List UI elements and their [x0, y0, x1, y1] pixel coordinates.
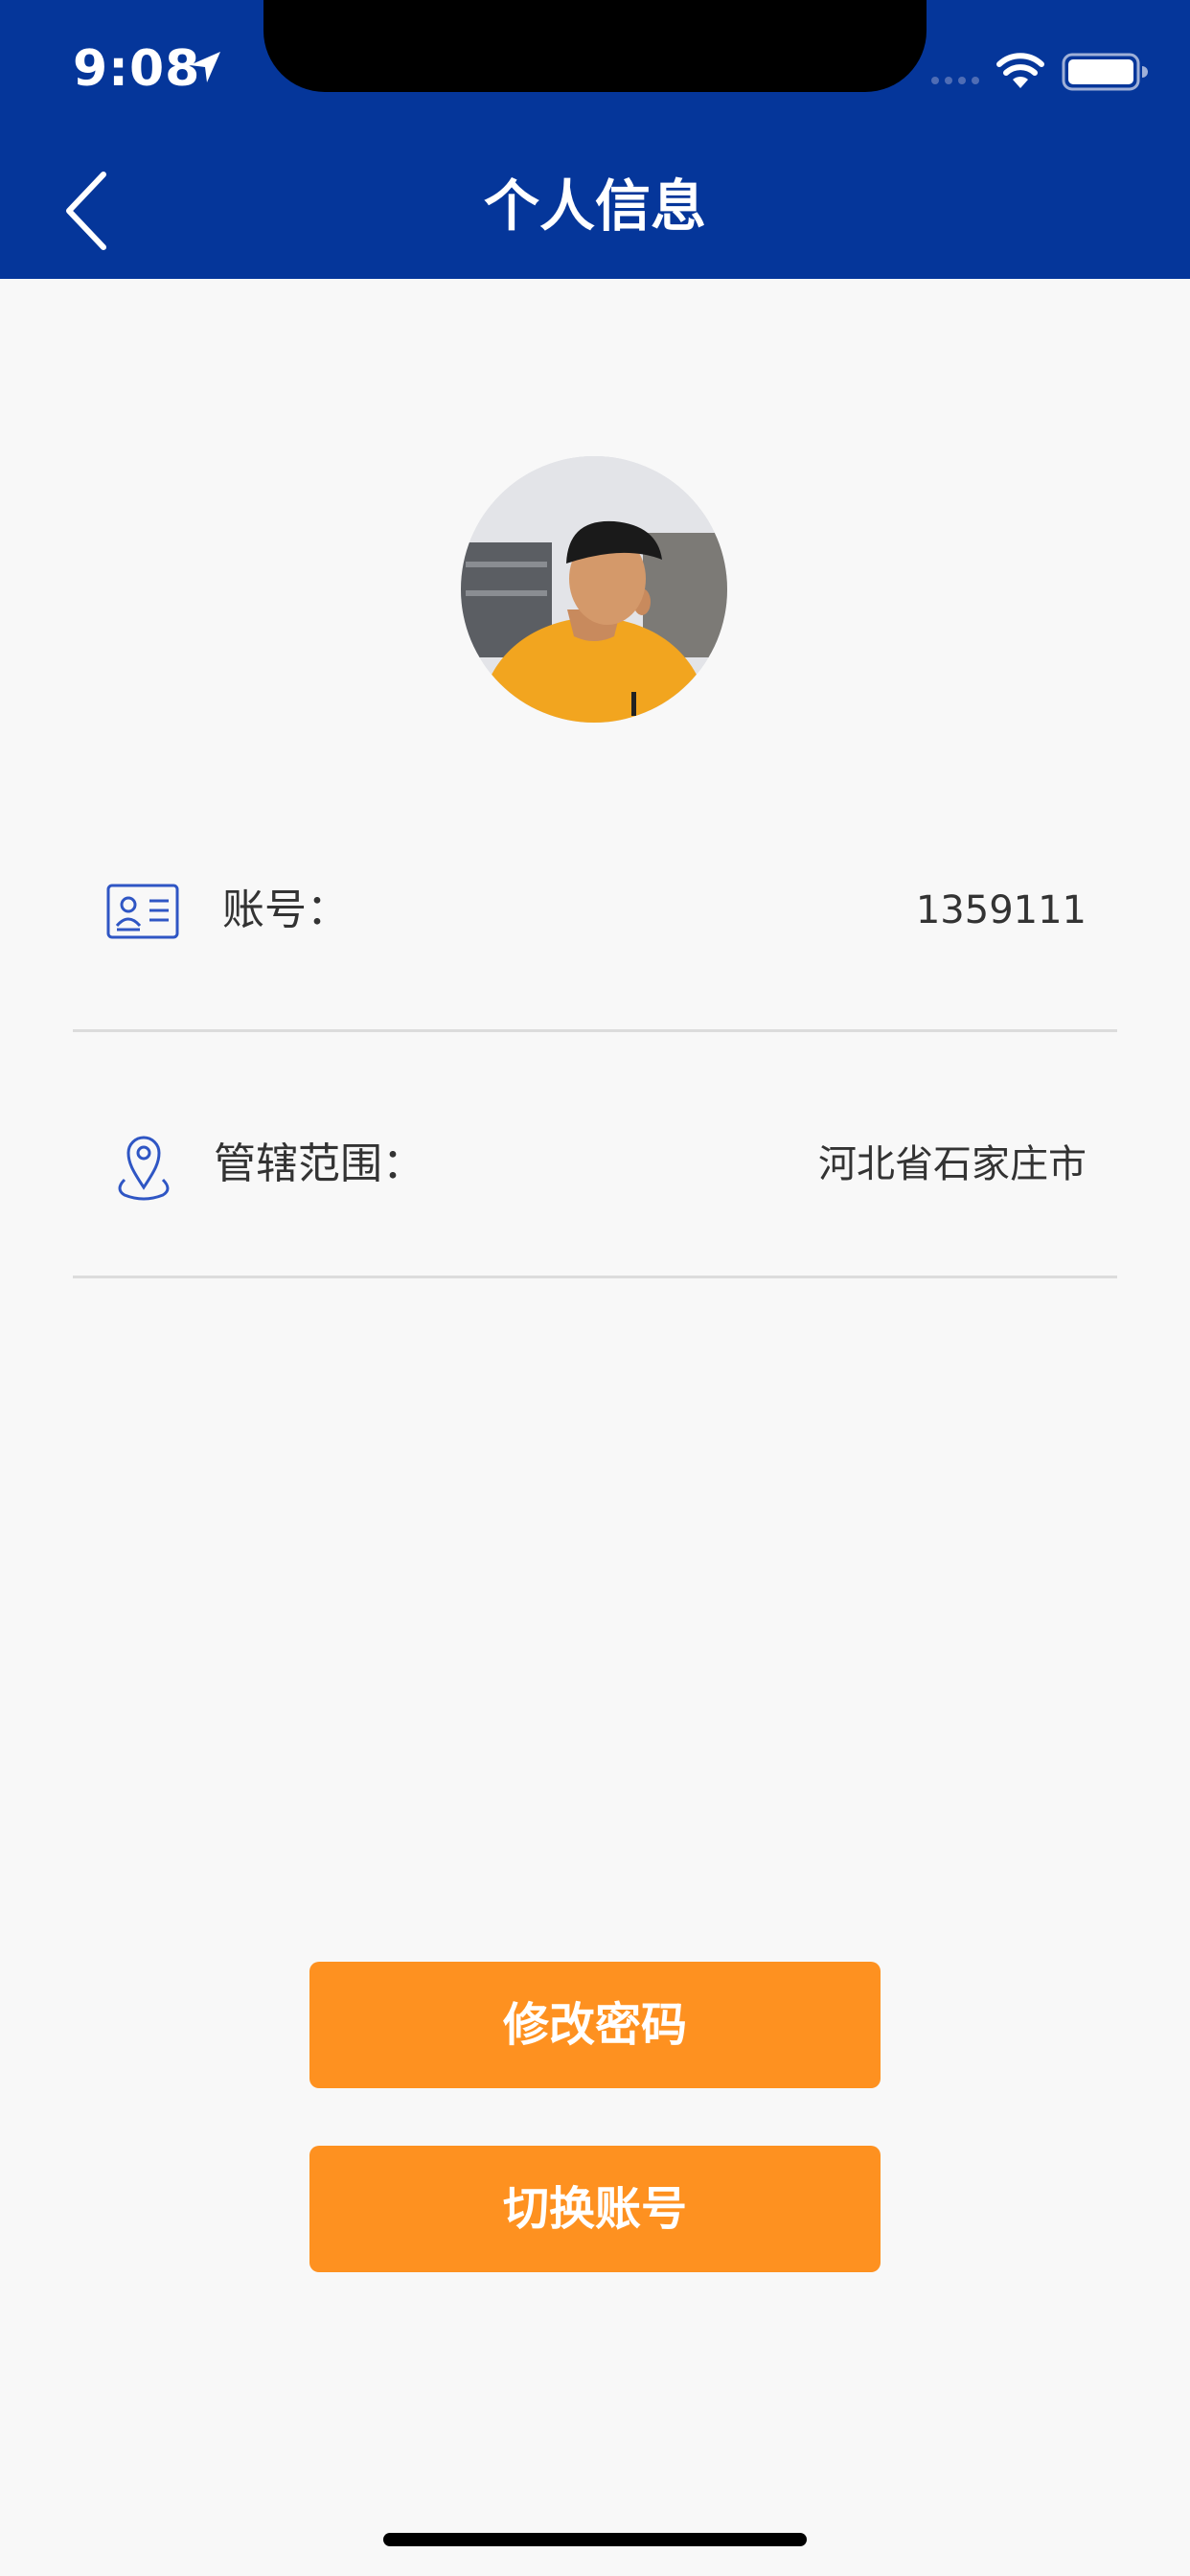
- cellular-signal-icon: [931, 77, 979, 84]
- home-indicator: [383, 2533, 807, 2546]
- location-pin-icon: [118, 1136, 170, 1201]
- status-time: 9:08: [73, 40, 201, 98]
- page-title: 个人信息: [483, 173, 706, 239]
- switch-account-button[interactable]: 切换账号: [309, 2146, 881, 2272]
- divider: [73, 1029, 1117, 1032]
- wifi-icon: [996, 53, 1044, 88]
- account-row: 账号： 1359111: [73, 855, 1117, 970]
- avatar[interactable]: [461, 456, 727, 723]
- area-row: 管辖范围： 河北省石家庄市: [73, 1109, 1117, 1224]
- divider: [73, 1276, 1117, 1278]
- device-notch: [263, 0, 927, 92]
- battery-icon: [1062, 53, 1148, 91]
- nav-header: 9:08 个人信息: [0, 0, 1190, 279]
- account-label: 账号：: [222, 886, 349, 934]
- account-value: 1359111: [915, 888, 1087, 932]
- location-arrow-icon: [190, 52, 220, 82]
- area-value: 河北省石家庄市: [818, 1142, 1087, 1186]
- area-label: 管辖范围：: [214, 1139, 424, 1188]
- change-password-button[interactable]: 修改密码: [309, 1962, 881, 2088]
- id-card-icon: [106, 884, 179, 939]
